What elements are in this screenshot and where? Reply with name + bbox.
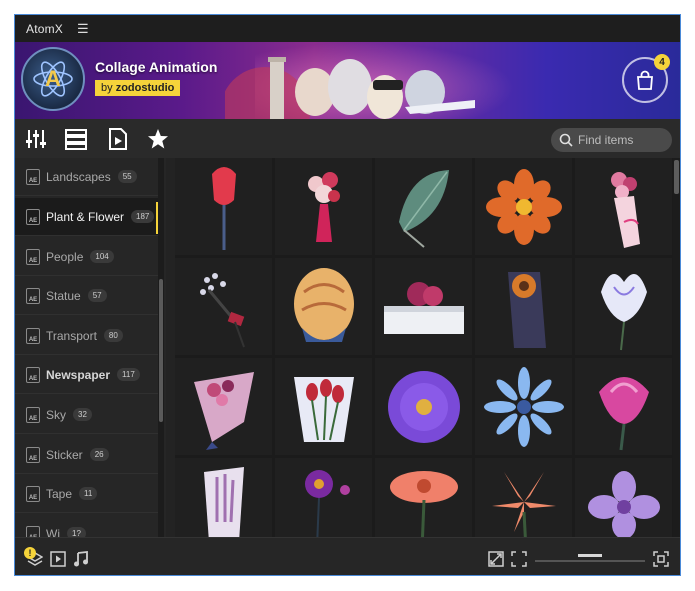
grid-scroll-thumb[interactable]	[674, 160, 679, 194]
ae-file-icon: AE	[26, 168, 40, 185]
search-input[interactable]	[576, 132, 670, 148]
zoom-slider-thumb[interactable]	[578, 554, 602, 557]
ae-file-icon: AE	[26, 287, 40, 304]
hamburger-icon[interactable]: ☰	[77, 21, 89, 37]
status-bar: !	[15, 537, 680, 575]
grid-item-orange-cosmos[interactable]	[475, 158, 572, 255]
grid-item-pink-lotus[interactable]	[575, 358, 672, 455]
app-window: AtomX ☰ A Collage Animation by zodostudi…	[14, 14, 681, 576]
toolbar	[15, 119, 680, 158]
grid-item-pink-rose-bouquet[interactable]	[275, 158, 372, 255]
ae-file-icon: AE	[26, 446, 40, 463]
grid-item-purple-pansy[interactable]	[275, 458, 372, 537]
logo-letter: A	[45, 66, 61, 91]
category-count: 104	[90, 250, 114, 263]
ae-file-icon: AE	[26, 366, 40, 383]
product-banner[interactable]: A Collage Animation by zodostudio 4	[15, 42, 680, 119]
star-icon[interactable]	[146, 127, 170, 151]
category-label: People	[46, 249, 84, 264]
grid-item-yellow-rose[interactable]	[275, 258, 372, 355]
music-note-icon[interactable]	[73, 551, 89, 567]
category-label: Plant & Flower	[46, 209, 125, 224]
ae-file-icon: AE	[26, 208, 40, 225]
fit-screen-icon[interactable]	[511, 551, 527, 567]
search-box[interactable]	[551, 128, 672, 152]
asset-grid	[175, 158, 675, 537]
category-label: Wi	[46, 526, 60, 538]
sidebar-item-sticker[interactable]: AE Sticker 26	[15, 436, 158, 474]
list-view-icon[interactable]	[64, 127, 88, 151]
category-label: Landscapes	[46, 169, 111, 184]
sidebar-scroll-thumb[interactable]	[159, 279, 163, 422]
sidebar-item-transport[interactable]: AE Transport 80	[15, 317, 158, 355]
banner-title: Collage Animation	[95, 59, 218, 75]
atomx-logo: A	[21, 47, 85, 111]
grid-item-pink-flowers-in-box[interactable]	[375, 258, 472, 355]
grid-item-blue-daisy[interactable]	[475, 358, 572, 455]
sidebar-scrollbar[interactable]	[158, 158, 164, 537]
category-count: 26	[89, 448, 109, 461]
sidebar-item-landscapes[interactable]: AE Landscapes 55	[15, 158, 158, 196]
sidebar-item-partial[interactable]: AE Wi 1?	[15, 515, 158, 537]
grid-item-green-leaf[interactable]	[375, 158, 472, 255]
warning-badge[interactable]: !	[24, 547, 36, 559]
fullscreen-icon[interactable]	[653, 551, 669, 567]
grid-item-pink-wrapped-bouquet[interactable]	[575, 158, 672, 255]
shopping-bag-icon	[637, 70, 653, 90]
grid-item-orange-lily[interactable]	[475, 458, 572, 537]
search-icon	[559, 133, 573, 147]
category-label: Sky	[46, 407, 67, 422]
collage-artwork	[220, 52, 475, 119]
sidebar-item-tape[interactable]: AE Tape 11	[15, 475, 158, 513]
video-file-icon[interactable]	[106, 127, 130, 151]
category-label: Sticker	[46, 447, 83, 462]
expand-icon[interactable]	[488, 551, 504, 567]
cart-count-badge: 4	[654, 54, 670, 70]
grid-item-salmon-gerbera[interactable]	[375, 458, 472, 537]
grid-item-lavender-in-wrap[interactable]	[175, 458, 272, 537]
ae-file-icon: AE	[26, 525, 40, 537]
category-sidebar: AE Landscapes 55 AE Plant & Flower 187 A…	[15, 158, 166, 537]
category-label: Tape	[46, 486, 73, 501]
ae-file-icon: AE	[26, 406, 40, 423]
ae-file-icon: AE	[26, 485, 40, 502]
play-box-icon[interactable]	[50, 551, 66, 567]
grid-item-white-lily-flower[interactable]	[575, 258, 672, 355]
category-count: 11	[79, 487, 98, 500]
title-bar: AtomX ☰	[15, 15, 680, 42]
grid-item-purple-orchid[interactable]	[575, 458, 672, 537]
category-count: 117	[117, 368, 140, 381]
sliders-icon[interactable]	[24, 127, 48, 151]
category-label: Newspaper	[46, 367, 111, 382]
sidebar-item-sky[interactable]: AE Sky 32	[15, 396, 158, 434]
grid-item-purple-aster[interactable]	[375, 358, 472, 455]
zoom-slider-track[interactable]	[535, 560, 645, 562]
app-title: AtomX	[26, 21, 64, 36]
category-label: Transport	[46, 328, 97, 343]
grid-item-sunflower-on-fabric[interactable]	[475, 258, 572, 355]
banner-author: zodostudio	[115, 82, 175, 94]
category-count: 57	[87, 289, 107, 302]
sidebar-item-statue[interactable]: AE Statue 57	[15, 277, 158, 315]
category-count: 32	[73, 408, 92, 421]
category-count: 80	[103, 329, 123, 342]
grid-item-dark-flower-sprig[interactable]	[175, 258, 272, 355]
category-count: 187	[131, 210, 155, 223]
sidebar-item-newspaper[interactable]: AE Newspaper 117	[15, 356, 158, 394]
grid-item-tulip-bouquet[interactable]	[275, 358, 372, 455]
banner-by-text: by	[101, 82, 113, 94]
sidebar-item-people[interactable]: AE People 104	[15, 238, 158, 276]
sidebar-item-plant-flower[interactable]: AE Plant & Flower 187	[15, 198, 158, 236]
grid-scrollbar[interactable]	[673, 158, 680, 537]
category-count: 1?	[67, 527, 86, 537]
grid-item-red-tulip[interactable]	[175, 158, 272, 255]
category-count: 55	[117, 170, 137, 183]
ae-file-icon: AE	[26, 248, 40, 265]
banner-author-badge: by zodostudio	[95, 80, 181, 96]
grid-item-pink-paper-bouquet[interactable]	[175, 358, 272, 455]
ae-file-icon: AE	[26, 327, 40, 344]
category-label: Statue	[46, 288, 81, 303]
